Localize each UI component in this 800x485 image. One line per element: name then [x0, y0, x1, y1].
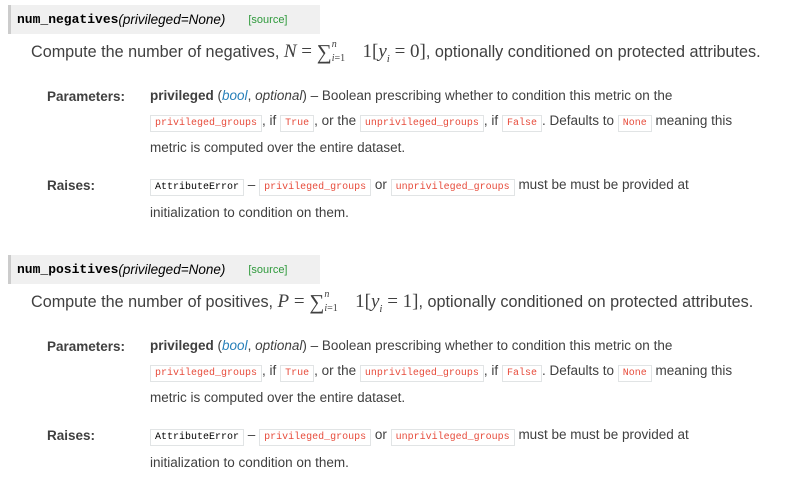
raises-description: initialization to condition on them. — [150, 454, 349, 470]
raises-body: AttributeError – privileged_groups or un… — [150, 177, 689, 220]
source-link[interactable]: [source] — [248, 264, 287, 276]
code-unprivileged-groups: unprivileged_groups — [390, 429, 515, 446]
param-type-link[interactable]: bool — [222, 88, 248, 103]
param-type-link[interactable]: bool — [222, 338, 248, 353]
param-name: privileged — [150, 338, 214, 353]
code-false: False — [501, 114, 542, 132]
formula: N = ∑ n i=1 1[yi = 0] — [283, 38, 426, 65]
parameters-body: privileged (bool, optional) – Boolean pr… — [150, 88, 733, 155]
code-unprivileged-groups: unprivileged_groups — [390, 179, 515, 196]
raises-description: initialization to condition on them. — [150, 204, 349, 220]
code-attribute-error: AttributeError — [150, 429, 245, 446]
code-unprivileged-groups: unprivileged_groups — [359, 114, 484, 132]
param-description-end: metric is computed over the entire datas… — [150, 390, 406, 405]
raises-label: Raises: — [47, 428, 96, 443]
code-false: False — [501, 364, 542, 382]
method-params: (privileged=None) — [118, 12, 226, 27]
code-none: None — [617, 364, 652, 382]
method-params: (privileged=None) — [118, 262, 226, 277]
code-attribute-error: AttributeError — [150, 179, 245, 196]
code-none: None — [617, 114, 652, 132]
summary-text: Compute the number of negatives, — [31, 43, 280, 61]
parameters-label: Parameters: — [47, 339, 126, 354]
param-name: privileged — [150, 88, 214, 103]
method-summary: Compute the number of positives, P = ∑ n i… — [31, 288, 754, 315]
param-description-end: metric is computed over the entire datas… — [150, 140, 406, 155]
summary-tail: , optionally conditioned on protected at… — [418, 293, 754, 311]
method-signature: num_negatives (privileged=None) [source] — [8, 5, 320, 34]
parameters-label: Parameters: — [47, 89, 126, 104]
raises-label: Raises: — [47, 178, 96, 193]
param-description: Boolean prescribing whether to condition… — [321, 338, 673, 353]
method-name: num_positives — [17, 262, 119, 277]
source-link[interactable]: [source] — [248, 14, 287, 26]
param-description: Boolean prescribing whether to condition… — [321, 88, 673, 103]
parameters-body: privileged (bool, optional) – Boolean pr… — [150, 338, 733, 405]
method-summary: Compute the number of negatives, N = ∑ n i… — [31, 38, 761, 65]
code-privileged-groups: privileged_groups — [150, 364, 263, 382]
code-privileged-groups: privileged_groups — [259, 179, 372, 196]
code-privileged-groups: privileged_groups — [259, 429, 372, 446]
summary-tail: , optionally conditioned on protected at… — [425, 43, 761, 61]
method-signature: num_positives (privileged=None) [source] — [8, 255, 320, 284]
formula: P = ∑ n i=1 1[yi = 1] — [277, 288, 419, 315]
summary-text: Compute the number of positives, — [31, 293, 274, 311]
method-name: num_negatives — [17, 12, 119, 27]
code-privileged-groups: privileged_groups — [150, 114, 263, 132]
code-true: True — [280, 364, 315, 382]
code-unprivileged-groups: unprivileged_groups — [359, 364, 484, 382]
raises-body: AttributeError – privileged_groups or un… — [150, 427, 689, 470]
code-true: True — [280, 114, 315, 132]
